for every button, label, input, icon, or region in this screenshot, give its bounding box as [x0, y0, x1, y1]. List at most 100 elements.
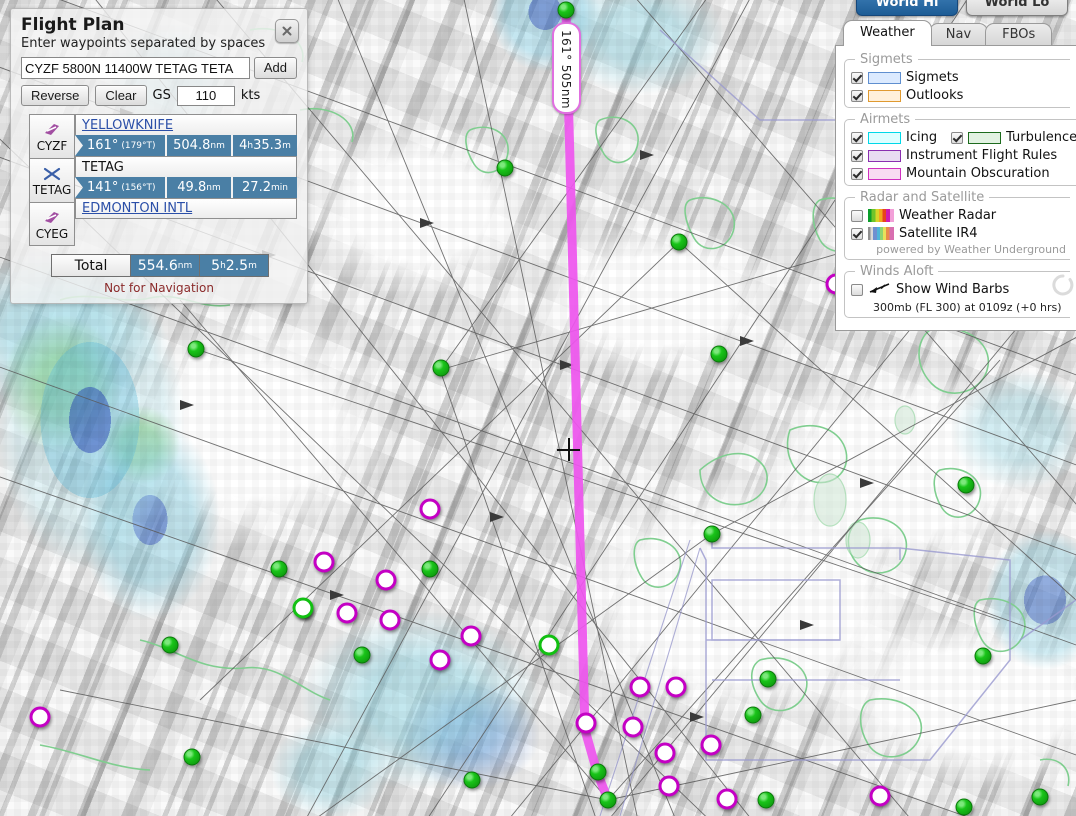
- private-airport-marker[interactable]: [375, 569, 397, 591]
- waypoint-name-row: EDMONTON INTL: [75, 198, 297, 219]
- waypoint-input[interactable]: [21, 57, 250, 79]
- private-airport-marker[interactable]: [700, 734, 722, 756]
- airport-marker[interactable]: [710, 345, 728, 363]
- airport-marker[interactable]: [183, 748, 201, 766]
- chart-selector-buttons[interactable]: World Hi World Lo: [856, 0, 1068, 16]
- leg-distance-cell: 49.8 nm: [165, 177, 231, 198]
- layer-row-satellite-ir4[interactable]: Satellite IR4: [851, 225, 1070, 242]
- airport-marker[interactable]: [974, 647, 992, 665]
- waypoint-icon-cell-cyeg[interactable]: CYEG: [29, 202, 75, 246]
- checkbox-satellite-ir4[interactable]: [851, 227, 863, 240]
- leg-time-hours: 4: [239, 138, 248, 153]
- close-icon[interactable]: [275, 19, 299, 43]
- private-airport-marker[interactable]: [336, 602, 358, 624]
- layer-row-ifr[interactable]: Instrument Flight Rules: [851, 147, 1076, 164]
- checkbox-turbulence[interactable]: [951, 131, 964, 144]
- group-winds-aloft: Winds Aloft Show Wind Barbs 300mb (FL 30…: [844, 264, 1070, 318]
- group-sigmets: Sigmets Sigmets Outlooks: [844, 52, 1070, 108]
- tab-weather[interactable]: Weather: [843, 20, 932, 46]
- weather-attribution: powered by Weather Underground: [876, 243, 1066, 256]
- leg-time-unit: min: [270, 182, 288, 193]
- airport-marker[interactable]: [957, 476, 975, 494]
- waypoint-code: CYEG: [35, 226, 69, 241]
- layer-row-sigmets[interactable]: Sigmets: [851, 69, 1070, 86]
- checkbox-ifr[interactable]: [851, 149, 863, 162]
- tab-nav[interactable]: Nav: [928, 23, 989, 46]
- private-airport-marker[interactable]: [575, 712, 597, 734]
- airport-marker[interactable]: [955, 798, 973, 816]
- private-airport-marker[interactable]: [654, 742, 676, 764]
- leg-distance-unit: nm: [210, 140, 225, 151]
- weather-panel-tabs: Weather Nav FBOs: [835, 20, 1076, 46]
- private-airport-marker[interactable]: [313, 551, 335, 573]
- private-airport-marker[interactable]: [429, 649, 451, 671]
- checkbox-mountain-obscuration[interactable]: [851, 167, 863, 180]
- private-airport-marker[interactable]: [869, 785, 891, 807]
- group-legend-radar-satellite: Radar and Satellite: [860, 190, 985, 205]
- chart-button-world-lo[interactable]: World Lo: [966, 0, 1068, 16]
- airport-marker[interactable]: [353, 646, 371, 664]
- airport-marker[interactable]: [270, 560, 288, 578]
- airport-marker[interactable]: [161, 636, 179, 654]
- private-airport-marker[interactable]: [658, 775, 680, 797]
- airport-marker[interactable]: [463, 771, 481, 789]
- add-button[interactable]: Add: [253, 57, 297, 79]
- layer-row-weather-radar[interactable]: Weather Radar: [851, 207, 1070, 224]
- waypoint-icon-cell-tetag[interactable]: TETAG: [29, 158, 75, 202]
- airport-marker[interactable]: [496, 159, 514, 177]
- leg-time-value: 27.2: [242, 180, 271, 195]
- checkbox-sigmets[interactable]: [851, 71, 863, 84]
- total-distance-cell: 554.6 nm: [131, 254, 200, 277]
- airport-marker-origin[interactable]: [557, 1, 575, 19]
- chart-button-world-hi[interactable]: World Hi: [856, 0, 958, 16]
- private-airport-marker[interactable]: [29, 706, 51, 728]
- leg-time-cell: 27.2 min: [231, 177, 297, 198]
- airport-marker[interactable]: [757, 791, 775, 809]
- leg-distance-value: 504.8: [173, 138, 211, 153]
- checkbox-icing[interactable]: [851, 131, 863, 144]
- total-time-minutes: 2.5: [225, 257, 249, 274]
- checkbox-outlooks[interactable]: [851, 89, 863, 102]
- map-crosshair-cursor: [557, 438, 580, 461]
- total-label: Total: [51, 254, 131, 277]
- leg-row-1: 161° (179°T) 504.8 nm 4 h 35.3 m: [75, 135, 297, 156]
- waypoint-name-link-edmonton[interactable]: EDMONTON INTL: [82, 201, 192, 216]
- reverse-button[interactable]: Reverse: [21, 85, 90, 106]
- waypoint-icon-cell-cyzf[interactable]: CYZF: [29, 114, 75, 158]
- private-airport-marker[interactable]: [460, 625, 482, 647]
- layer-row-mountain-obscuration[interactable]: Mountain Obscuration: [851, 165, 1076, 182]
- airport-marker[interactable]: [1031, 788, 1049, 806]
- private-airport-marker[interactable]: [379, 609, 401, 631]
- layer-row-wind-barbs[interactable]: Show Wind Barbs: [851, 281, 1070, 298]
- airport-marker[interactable]: [759, 670, 777, 688]
- leg-time-cell: 4 h 35.3 m: [231, 135, 297, 156]
- airport-marker[interactable]: [187, 340, 205, 358]
- airport-marker[interactable]: [744, 706, 762, 724]
- private-airport-marker[interactable]: [622, 716, 644, 738]
- swatch-icing: [868, 131, 901, 144]
- private-airport-marker[interactable]: [629, 676, 651, 698]
- checkbox-wind-barbs[interactable]: [851, 283, 863, 296]
- tab-fbos[interactable]: FBOs: [985, 23, 1053, 46]
- airport-marker-destination[interactable]: [599, 791, 617, 809]
- airport-marker-nofuel[interactable]: [538, 634, 560, 656]
- leg-heading-magnetic: 141°: [87, 180, 119, 195]
- private-airport-marker[interactable]: [716, 788, 738, 810]
- airport-marker[interactable]: [703, 525, 721, 543]
- checkbox-weather-radar[interactable]: [851, 209, 863, 222]
- airport-marker[interactable]: [432, 359, 450, 377]
- airport-marker[interactable]: [670, 233, 688, 251]
- private-airport-marker[interactable]: [419, 498, 441, 520]
- airport-marker-nofuel[interactable]: [292, 597, 314, 619]
- total-distance-value: 554.6: [137, 257, 178, 274]
- clear-button[interactable]: Clear: [95, 85, 147, 106]
- waypoint-rows-column: YELLOWKNIFE 161° (179°T) 504.8 nm 4 h 35.3 m: [75, 114, 297, 246]
- flight-plan-panel: Flight Plan Enter waypoints separated by…: [10, 8, 308, 304]
- airport-marker[interactable]: [421, 560, 439, 578]
- waypoint-name-link-yellowknife[interactable]: YELLOWKNIFE: [82, 118, 173, 133]
- groundspeed-input[interactable]: [176, 85, 235, 106]
- waypoint-name-row: TETAG: [75, 156, 297, 177]
- private-airport-marker[interactable]: [665, 676, 687, 698]
- airport-marker-waypoint[interactable]: [589, 763, 607, 781]
- layer-row-outlooks[interactable]: Outlooks: [851, 87, 1070, 104]
